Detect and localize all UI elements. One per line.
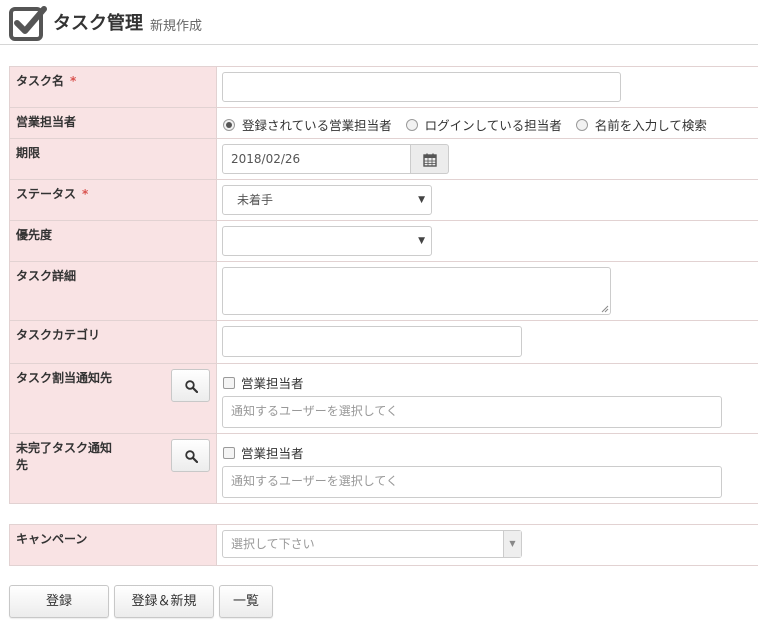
status-select[interactable]: 未着手 ▼ [222, 185, 432, 215]
incomplete-notify-search-button[interactable] [171, 439, 210, 472]
assign-notify-user-input[interactable]: 通知するユーザーを選択してく [222, 396, 722, 428]
task-form: タスク名 * 営業担当者 登録されている営業担当者 ログインしている担当者 名前… [9, 66, 758, 504]
assign-notify-label: タスク割当通知先 [16, 371, 113, 385]
register-button[interactable]: 登録 [9, 585, 109, 618]
radio-button[interactable] [575, 118, 588, 131]
search-icon [185, 450, 198, 463]
sales-rep-label: 営業担当者 [16, 115, 77, 129]
priority-select[interactable]: ▼ [222, 226, 432, 256]
task-detail-textarea[interactable] [222, 267, 611, 315]
assign-notify-sales-rep-checkbox[interactable]: 営業担当者 [223, 373, 304, 392]
page-title: タスク管理 [53, 13, 143, 34]
row-task-detail: タスク詳細 [9, 261, 758, 321]
incomplete-notify-sales-rep-checkbox[interactable]: 営業担当者 [223, 443, 304, 462]
row-sales-rep: 営業担当者 登録されている営業担当者 ログインしている担当者 名前を入力して検索 [9, 107, 758, 139]
assign-notify-search-button[interactable] [171, 369, 210, 402]
calendar-button[interactable] [411, 144, 449, 174]
radio-search-by-name[interactable]: 名前を入力して検索 [575, 115, 707, 134]
checkbox[interactable] [223, 446, 235, 459]
row-status: ステータス * 未着手 ▼ [9, 179, 758, 221]
radio-registered-sales-rep[interactable]: 登録されている営業担当者 [223, 115, 392, 134]
deadline-input[interactable]: 2018/02/26 [222, 144, 411, 174]
resize-handle-icon[interactable] [601, 305, 609, 313]
chevron-down-icon: ▼ [418, 195, 425, 205]
status-selected-value: 未着手 [237, 193, 274, 207]
checkbox-label: 営業担当者 [241, 446, 304, 461]
checkbox-label: 営業担当者 [241, 376, 304, 391]
placeholder-text: 通知するユーザーを選択してく [231, 404, 399, 418]
task-category-input[interactable] [222, 326, 522, 357]
list-button[interactable]: 一覧 [219, 585, 273, 618]
deadline-label: 期限 [16, 146, 41, 160]
row-campaign: キャンペーン 選択して下さい ▼ [9, 524, 758, 566]
required-mark: * [82, 187, 89, 201]
checkbox[interactable] [223, 376, 235, 389]
checkbox-icon [9, 6, 47, 41]
row-assign-notify: タスク割当通知先 営業担当者 通知するユーザーを選択してく [9, 363, 758, 434]
row-task-name: タスク名 * [9, 66, 758, 108]
radio-button[interactable] [223, 118, 235, 131]
page-header: タスク管理 新規作成 [0, 0, 758, 45]
campaign-label: キャンペーン [16, 532, 88, 546]
row-deadline: 期限 2018/02/26 [9, 138, 758, 180]
row-incomplete-notify: 未完了タスク通知 先 営業担当者 通知するユーザーを選択してく [9, 433, 758, 504]
incomplete-notify-label-line1: 未完了タスク通知 [16, 441, 113, 455]
radio-logged-in-rep[interactable]: ログインしている担当者 [405, 115, 562, 134]
radio-label: ログインしている担当者 [424, 118, 562, 133]
incomplete-notify-user-input[interactable]: 通知するユーザーを選択してく [222, 466, 722, 498]
incomplete-notify-label-line2: 先 [16, 458, 29, 472]
row-priority: 優先度 ▼ [9, 220, 758, 262]
radio-label: 登録されている営業担当者 [242, 118, 392, 133]
radio-label: 名前を入力して検索 [594, 118, 707, 133]
sales-rep-radio-group: 登録されている営業担当者 ログインしている担当者 名前を入力して検索 [223, 115, 721, 134]
campaign-select[interactable]: 選択して下さい ▼ [222, 530, 522, 558]
status-label: ステータス [16, 187, 77, 201]
chevron-down-icon: ▼ [418, 236, 425, 246]
priority-label: 優先度 [16, 228, 53, 242]
task-detail-label: タスク詳細 [16, 269, 77, 283]
campaign-form: キャンペーン 選択して下さい ▼ [9, 524, 758, 566]
task-name-label: タスク名 [16, 74, 65, 88]
task-name-input[interactable] [222, 72, 621, 102]
chevron-down-icon[interactable]: ▼ [503, 531, 521, 557]
calendar-icon [423, 153, 437, 167]
placeholder-text: 通知するユーザーを選択してく [231, 474, 399, 488]
required-mark: * [70, 74, 77, 88]
placeholder-text: 選択して下さい [231, 537, 315, 551]
register-and-new-button[interactable]: 登録＆新規 [114, 585, 214, 618]
search-icon [185, 380, 198, 393]
radio-button[interactable] [405, 118, 418, 131]
row-task-category: タスクカテゴリ [9, 320, 758, 364]
page-subtitle: 新規作成 [150, 19, 203, 34]
task-category-label: タスクカテゴリ [16, 328, 101, 342]
